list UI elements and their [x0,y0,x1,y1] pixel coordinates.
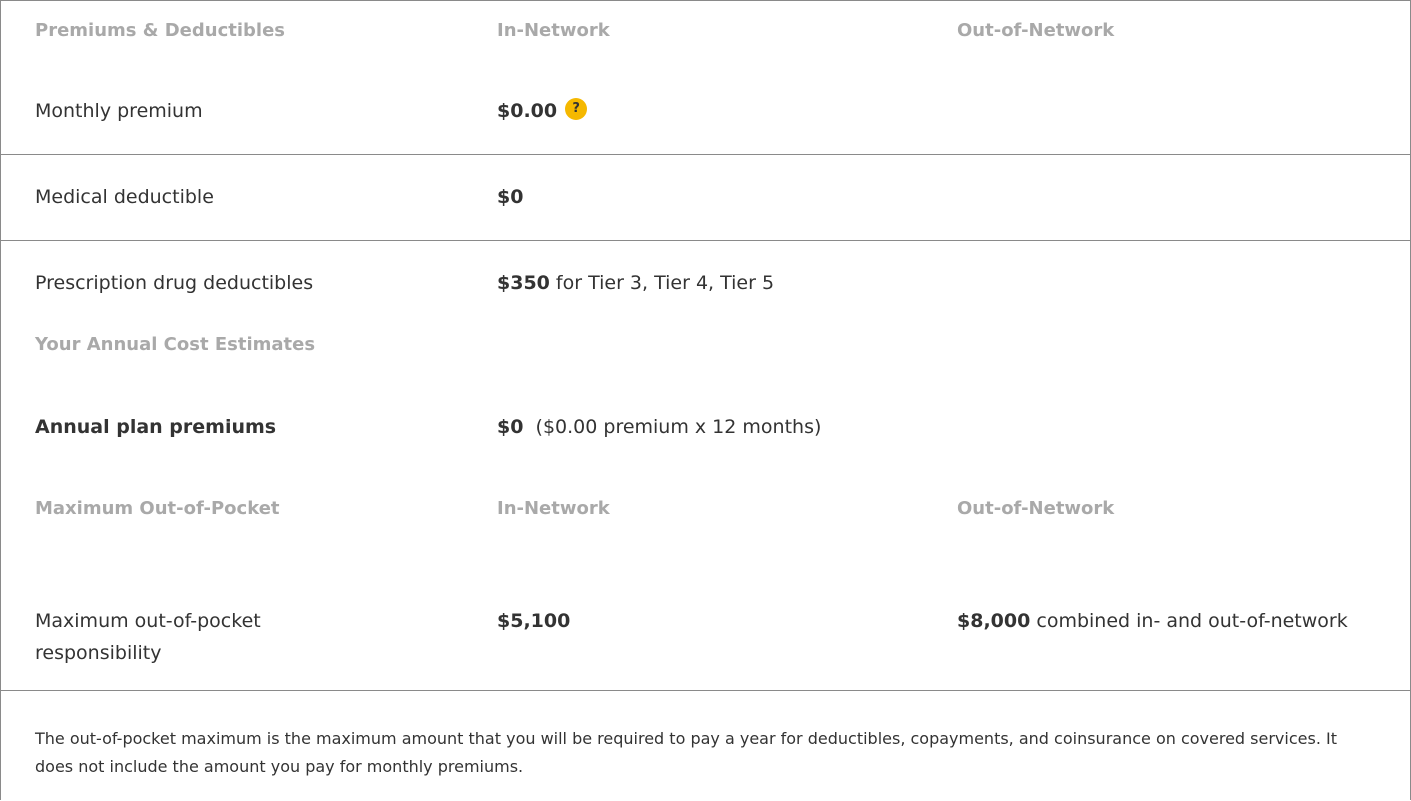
rx-deductible-row: Prescription drug deductibles $350 for T… [1,241,1410,325]
plan-cost-table: Premiums & Deductibles In-Network Out-of… [0,0,1411,800]
moop-out-of-network-value: $8,000 [957,610,1031,632]
in-network-header: In-Network [497,20,610,41]
monthly-premium-row: Monthly premium $0.00? [1,71,1410,155]
rx-deductible-label: Prescription drug deductibles [35,272,314,294]
monthly-premium-value-cell: $0.00? [497,95,588,127]
rx-deductible-value-cell: $350 for Tier 3, Tier 4, Tier 5 [497,267,774,299]
annual-header-label: Your Annual Cost Estimates [35,334,316,355]
premiums-header-row: Premiums & Deductibles In-Network Out-of… [1,1,1410,71]
moop-in-network-header: In-Network [497,498,610,519]
annual-premiums-detail: ($0.00 premium x 12 months) [523,416,822,438]
moop-header-label: Maximum Out-of-Pocket [35,498,280,519]
moop-label: Maximum out-of-pocket responsibility [35,610,261,664]
rx-deductible-value: $350 [497,272,550,294]
medical-deductible-row: Medical deductible $0 [1,155,1410,241]
annual-premiums-label: Annual plan premiums [35,416,277,438]
medical-deductible-value: $0 [497,186,524,208]
moop-note-row: The out-of-pocket maximum is the maximum… [1,691,1410,801]
moop-header-row: Maximum Out-of-Pocket In-Network Out-of-… [1,471,1410,553]
annual-header-row: Your Annual Cost Estimates [1,325,1410,383]
premiums-header-label: Premiums & Deductibles [35,20,285,41]
annual-premiums-row: Annual plan premiums $0 ($0.00 premium x… [1,383,1410,471]
annual-premiums-value: $0 [497,416,524,438]
monthly-premium-label: Monthly premium [35,100,203,122]
moop-out-of-network-value-cell: $8,000 combined in- and out-of-network [957,605,1357,637]
monthly-premium-value: $0.00 [497,100,558,122]
medical-deductible-label: Medical deductible [35,186,214,208]
rx-deductible-detail: for Tier 3, Tier 4, Tier 5 [549,272,775,294]
moop-in-network-value: $5,100 [497,610,571,632]
moop-out-of-network-header: Out-of-Network [957,498,1115,519]
help-icon[interactable]: ? [565,98,588,120]
out-of-network-header: Out-of-Network [957,20,1115,41]
moop-row: Maximum out-of-pocket responsibility $5,… [1,553,1410,691]
moop-note: The out-of-pocket maximum is the maximum… [35,729,1337,776]
moop-out-of-network-detail: combined in- and out-of-network [1030,610,1348,632]
annual-premiums-value-cell: $0 ($0.00 premium x 12 months) [497,411,821,443]
